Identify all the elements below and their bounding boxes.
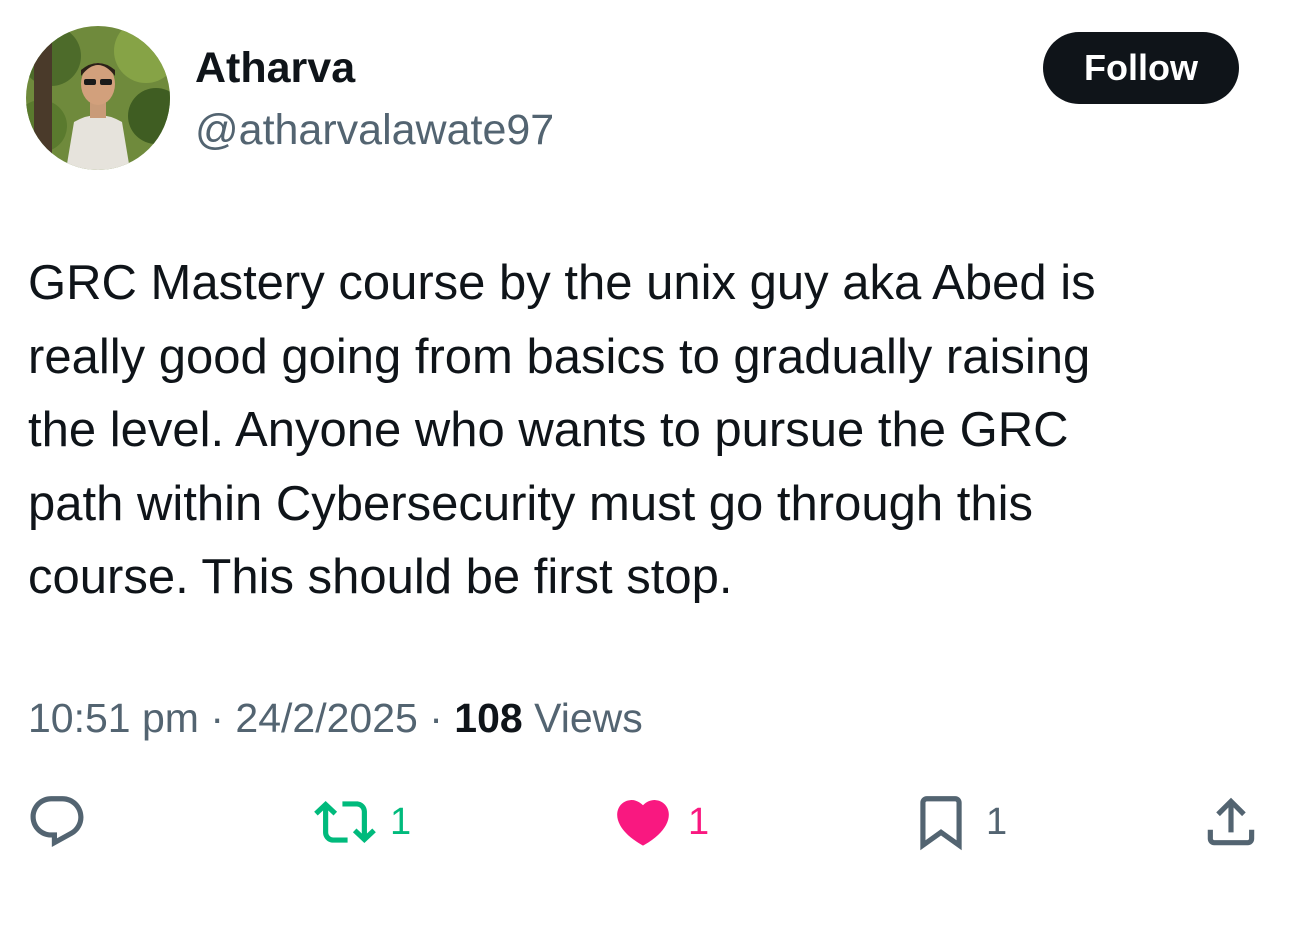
bookmark-icon xyxy=(920,796,962,851)
bookmark-count: 1 xyxy=(986,801,1008,843)
tweet-text: GRC Mastery course by the unix guy aka A… xyxy=(28,247,1243,615)
tweet-text-line: really good going from basics to gradual… xyxy=(28,329,1091,384)
follow-button[interactable]: Follow xyxy=(1043,32,1239,104)
share-icon xyxy=(1207,797,1255,846)
retweet-icon xyxy=(314,801,376,843)
reply-icon xyxy=(30,796,84,848)
author-handle[interactable]: @atharvalawate97 xyxy=(195,104,554,156)
tweet-text-line: the level. Anyone who wants to pursue th… xyxy=(28,403,1069,457)
author-display-name[interactable]: Atharva xyxy=(195,42,355,94)
retweet-count: 1 xyxy=(390,801,412,843)
tweet-text-line: GRC Mastery course by the unix guy aka A… xyxy=(28,256,1096,310)
views-label: Views xyxy=(534,695,643,741)
tweet-text-line: course. This should be first stop. xyxy=(28,550,733,604)
avatar[interactable] xyxy=(26,26,170,170)
tweet-date[interactable]: 24/2/2025 xyxy=(235,695,417,741)
avatar-photo xyxy=(26,26,170,170)
reply-button[interactable] xyxy=(26,790,88,854)
meta-separator: · xyxy=(210,695,225,741)
meta-separator: · xyxy=(429,695,443,741)
retweet-button[interactable]: 1 xyxy=(314,790,411,854)
like-count: 1 xyxy=(688,801,710,843)
views-count: 108 xyxy=(454,695,523,741)
share-button[interactable] xyxy=(1200,790,1262,854)
heart-icon xyxy=(617,800,669,846)
tweet-meta: 10:51 pm · 24/2/2025 · 108 Views xyxy=(28,692,643,744)
bookmark-button[interactable]: 1 xyxy=(910,790,1007,854)
tweet-text-line: path within Cybersecurity must go throug… xyxy=(28,476,1033,531)
like-button[interactable]: 1 xyxy=(612,790,709,854)
tweet-time[interactable]: 10:51 pm xyxy=(28,695,199,741)
